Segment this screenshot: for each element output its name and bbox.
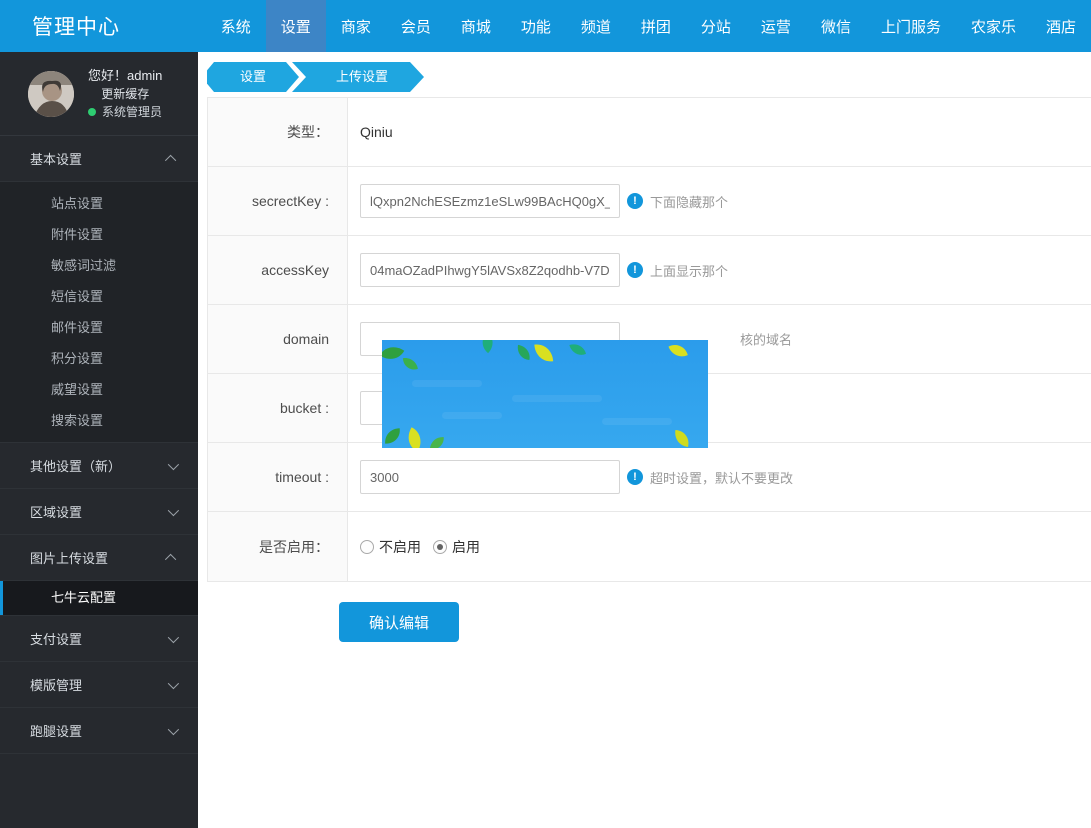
topnav-item-channel[interactable]: 频道 — [566, 0, 626, 52]
sidebar-item-prestige-settings[interactable]: 威望设置 — [0, 374, 198, 405]
sidebar-item-sms-settings[interactable]: 短信设置 — [0, 281, 198, 312]
refresh-cache-link[interactable]: 更新缓存 — [88, 85, 162, 103]
radio-enable[interactable] — [433, 540, 447, 554]
topnav-item-groupbuy[interactable]: 拼团 — [626, 0, 686, 52]
app-title: 管理中心 — [0, 0, 194, 52]
breadcrumb-upload-settings[interactable]: 上传设置 — [292, 62, 424, 92]
sidebar-section-template-management[interactable]: 模版管理 — [0, 662, 198, 708]
chevron-down-icon — [168, 504, 179, 515]
bucket-input[interactable] — [360, 391, 620, 425]
sidebar-section-image-upload-settings[interactable]: 图片上传设置 — [0, 535, 198, 581]
radio-disable[interactable] — [360, 540, 374, 554]
sidebar: 您好！admin 更新缓存 系统管理员 基本设置 站点设置 附件设置 敏感词过滤… — [0, 52, 198, 828]
secretkey-input[interactable] — [360, 184, 620, 218]
avatar-photo — [28, 71, 74, 117]
topnav-item-member[interactable]: 会员 — [386, 0, 446, 52]
info-icon: ! — [627, 193, 643, 209]
topnav-item-wechat[interactable]: 微信 — [806, 0, 866, 52]
user-greeting: 您好！admin — [88, 67, 162, 85]
info-icon: ! — [627, 262, 643, 278]
topnav-item-doorservice[interactable]: 上门服务 — [866, 0, 956, 52]
bucket-label: bucket : — [208, 374, 348, 442]
form-row-enable: 是否启用： 不启用 启用 — [208, 512, 1091, 581]
sidebar-section-errand-settings[interactable]: 跑腿设置 — [0, 708, 198, 754]
info-icon: ! — [627, 469, 643, 485]
sidebar-item-site-settings[interactable]: 站点设置 — [0, 188, 198, 219]
domain-input[interactable] — [360, 322, 620, 356]
domain-hint: 核的域名 — [740, 330, 792, 349]
secretkey-hint: ! 下面隐藏那个 — [627, 192, 728, 211]
image-upload-submenu: 七牛云配置 — [0, 581, 198, 616]
sidebar-item-qiniu-config[interactable]: 七牛云配置 — [0, 581, 198, 615]
user-role: 系统管理员 — [88, 103, 162, 121]
topnav-item-substation[interactable]: 分站 — [686, 0, 746, 52]
topnav-item-merchant[interactable]: 商家 — [326, 0, 386, 52]
sidebar-section-other-settings[interactable]: 其他设置（新） — [0, 443, 198, 489]
accesskey-hint: ! 上面显示那个 — [627, 261, 728, 280]
topnav-item-operation[interactable]: 运营 — [746, 0, 806, 52]
radio-enable-label: 启用 — [452, 537, 480, 557]
chevron-down-icon — [168, 723, 179, 734]
radio-disable-label: 不启用 — [379, 537, 421, 557]
form-row-type: 类型： Qiniu — [208, 98, 1091, 167]
timeout-input[interactable] — [360, 460, 620, 494]
chevron-down-icon — [168, 631, 179, 642]
top-nav: 系统 设置 商家 会员 商城 功能 频道 拼团 分站 运营 微信 上门服务 农家… — [194, 0, 1091, 52]
chevron-down-icon — [168, 677, 179, 688]
form-row-bucket: bucket : — [208, 374, 1091, 443]
domain-label: domain — [208, 305, 348, 373]
accesskey-label: accessKey — [208, 236, 348, 304]
top-bar: 管理中心 系统 设置 商家 会员 商城 功能 频道 拼团 分站 运营 微信 上门… — [0, 0, 1091, 52]
sidebar-item-sensitive-words[interactable]: 敏感词过滤 — [0, 250, 198, 281]
basic-settings-submenu: 站点设置 附件设置 敏感词过滤 短信设置 邮件设置 积分设置 威望设置 搜索设置 — [0, 182, 198, 443]
sidebar-section-region-settings[interactable]: 区域设置 — [0, 489, 198, 535]
topnav-item-features[interactable]: 功能 — [506, 0, 566, 52]
form-row-domain: domain 核的域名 — [208, 305, 1091, 374]
qiniu-settings-form: 类型： Qiniu secrectKey : ! 下面隐藏那个 accessKe… — [207, 97, 1091, 582]
confirm-edit-button[interactable]: 确认编辑 — [339, 602, 459, 642]
chevron-down-icon — [168, 458, 179, 469]
secretkey-label: secrectKey : — [208, 167, 348, 235]
breadcrumb-settings[interactable]: 设置 — [207, 62, 299, 92]
timeout-label: timeout : — [208, 443, 348, 511]
sidebar-section-basic-settings[interactable]: 基本设置 — [0, 136, 198, 182]
topnav-item-settings[interactable]: 设置 — [266, 0, 326, 52]
form-row-timeout: timeout : ! 超时设置，默认不要更改 — [208, 443, 1091, 512]
form-row-secretkey: secrectKey : ! 下面隐藏那个 — [208, 167, 1091, 236]
topnav-item-hotel[interactable]: 酒店 — [1031, 0, 1091, 52]
admin-page: 管理中心 系统 设置 商家 会员 商城 功能 频道 拼团 分站 运营 微信 上门… — [0, 0, 1091, 828]
form-row-accesskey: accessKey ! 上面显示那个 — [208, 236, 1091, 305]
sidebar-section-payment-settings[interactable]: 支付设置 — [0, 616, 198, 662]
user-panel: 您好！admin 更新缓存 系统管理员 — [0, 52, 198, 136]
sidebar-item-attachment-settings[interactable]: 附件设置 — [0, 219, 198, 250]
accesskey-input[interactable] — [360, 253, 620, 287]
type-label: 类型： — [208, 98, 348, 166]
timeout-hint: ! 超时设置，默认不要更改 — [627, 468, 793, 487]
sidebar-item-search-settings[interactable]: 搜索设置 — [0, 405, 198, 436]
breadcrumb: 设置 上传设置 — [207, 62, 1091, 92]
chevron-up-icon — [165, 553, 176, 564]
type-value: Qiniu — [360, 124, 393, 140]
enable-label: 是否启用： — [208, 512, 348, 581]
online-status-dot — [88, 108, 96, 116]
topnav-item-mall[interactable]: 商城 — [446, 0, 506, 52]
topnav-item-system[interactable]: 系统 — [206, 0, 266, 52]
sidebar-item-mail-settings[interactable]: 邮件设置 — [0, 312, 198, 343]
avatar[interactable] — [28, 71, 74, 117]
main-content: 设置 上传设置 类型： Qiniu secrectKey : ! 下面隐藏那个 — [198, 52, 1091, 828]
chevron-up-icon — [165, 154, 176, 165]
sidebar-item-points-settings[interactable]: 积分设置 — [0, 343, 198, 374]
topnav-item-farmstay[interactable]: 农家乐 — [956, 0, 1031, 52]
